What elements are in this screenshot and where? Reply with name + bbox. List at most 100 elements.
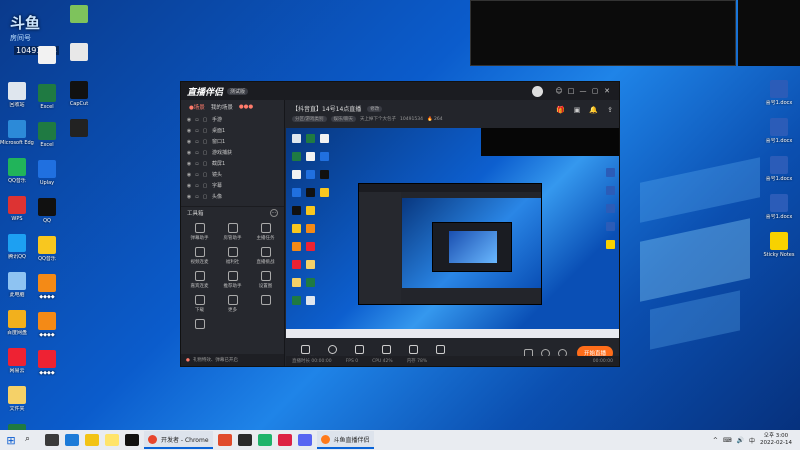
toolbox-more-icon[interactable]: ⋯ [270,208,278,217]
source-item[interactable]: ◉ ▫ ▢ 手游 [181,114,284,125]
volume-icon[interactable]: 🔊 [737,437,744,444]
app-icon[interactable] [257,434,272,446]
skin-icon[interactable]: ☺ [553,87,565,95]
tool-item[interactable] [249,292,282,316]
share-icon[interactable]: ⇪ [607,106,613,114]
lock-icon[interactable]: ▫ [193,139,201,145]
desktop-icon[interactable]: ◆◆◆◆ [30,312,64,338]
tool-item[interactable]: 推荐助手 [216,268,249,292]
desktop-icon[interactable]: QQ音乐 [0,158,34,184]
source-item[interactable]: ◉ ▫ ▢ 截屏1 [181,158,284,169]
desktop-icon[interactable]: 文件夹 [0,386,34,412]
source-item[interactable]: ◉ ▫ ▢ 头像 [181,191,284,202]
eye-icon[interactable]: ◉ [185,150,193,156]
eye-icon[interactable]: ◉ [185,172,193,178]
app-titlebar[interactable]: 直播伴侣 测试版 ☺ □ — ▢ ✕ [181,82,619,100]
desktop-icon[interactable]: 回收站 [0,82,34,108]
stream-preview[interactable] [286,128,619,338]
tool-item[interactable]: 主播任务 [249,220,282,244]
store-icon[interactable]: ▣ [574,106,581,114]
black-window[interactable] [470,0,736,66]
bell-icon[interactable]: 🔔 [589,106,598,114]
desktop-icon[interactable]: 此电脑 [0,272,34,298]
gift-icon[interactable]: 🎁 [556,106,565,114]
desktop-icon[interactable]: ◆◆◆◆ [30,350,64,376]
app-icon[interactable] [237,434,252,446]
eye-icon[interactable]: ◉ [185,194,193,200]
room-subcategory[interactable]: 娱乐/聊天 [330,116,357,122]
eye-icon[interactable]: ◉ [185,161,193,167]
eye-icon[interactable]: ◉ [185,128,193,134]
ime-icon[interactable]: 中 [749,436,755,445]
live-companion-window[interactable]: 直播伴侣 测试版 ☺ □ — ▢ ✕ ●场景 我的场景 ●●● ◉ ▫ ▢ 手游 ◉ ▫ ▢… [180,81,620,367]
room-category[interactable]: 分区/游戏类别 [292,116,327,122]
tool-item[interactable]: 视频连麦 [183,244,216,268]
tool-item[interactable]: 福利社 [216,244,249,268]
desktop-icon[interactable]: QQ [30,198,64,224]
desktop-icon[interactable]: 腾讯QQ [0,234,34,260]
lock-icon[interactable]: ▫ [193,183,201,189]
source-item[interactable]: ◉ ▫ ▢ 窗口1 [181,136,284,147]
desktop-icon[interactable]: Sticky Notes [760,232,798,258]
app-icon[interactable] [217,434,232,446]
source-item[interactable]: ◉ ▫ ▢ 游戏捕获 [181,147,284,158]
tray-overflow-icon[interactable]: ^ [713,437,718,444]
desktop-icon[interactable]: QQ音乐 [30,236,64,262]
desktop-icon[interactable]: CapCut [62,81,96,107]
desktop-icon[interactable]: ◆◆◆◆ [30,274,64,300]
user-avatar[interactable] [532,85,543,97]
lock-icon[interactable]: ▫ [193,194,201,200]
eye-icon[interactable]: ◉ [185,117,193,123]
edit-room-button[interactable]: 修改 [367,105,383,112]
taskbar-app-chrome[interactable]: 开发者 - Chrome [144,431,213,449]
desktop-icon[interactable] [30,46,64,66]
source-item[interactable]: ◉ ▫ ▢ 桌面1 [181,125,284,136]
kakaotalk-icon[interactable] [105,434,119,446]
lock-icon[interactable]: ▫ [193,128,201,134]
desktop-icon[interactable]: 喜号1.docx [760,118,798,144]
scene-tab-more[interactable]: ●●● [239,104,253,110]
desktop-icon[interactable] [62,119,96,139]
desktop-icon[interactable]: 喜号1.docx [760,156,798,182]
desktop-icon[interactable] [62,43,96,63]
clock[interactable]: 오후 3:00 2022-02-14 [760,433,792,447]
tool-item[interactable]: 更多 [216,292,249,316]
lock-icon[interactable]: ▫ [193,172,201,178]
settings-icon[interactable]: □ [565,87,577,95]
source-item[interactable]: ◉ ▫ ▢ 字幕 [181,180,284,191]
tool-item[interactable]: 设置图 [249,268,282,292]
search-icon[interactable]: ⌕ [25,434,39,446]
scene-tab-active[interactable]: ●场景 [189,103,205,111]
desktop-icon[interactable]: Excel [30,122,64,148]
start-button[interactable]: ⊞ [0,430,22,450]
tool-item[interactable]: 嘉宾连麦 [183,268,216,292]
tool-item[interactable]: 房管助手 [216,220,249,244]
maximize-button[interactable]: ▢ [589,87,601,95]
eye-icon[interactable]: ◉ [185,183,193,189]
room-title[interactable]: 【抖音直】14号14点直播 [292,104,361,113]
discord-icon[interactable] [297,434,312,446]
minimize-button[interactable]: — [577,87,589,95]
desktop-icon[interactable]: 网易云 [0,348,34,374]
tool-item[interactable] [183,316,216,340]
close-button[interactable]: ✕ [601,87,613,95]
lock-icon[interactable]: ▫ [193,117,201,123]
edge-icon[interactable] [65,434,79,446]
tool-item[interactable]: 直播挑战 [249,244,282,268]
app-icon[interactable] [277,434,292,446]
source-item[interactable]: ◉ ▫ ▢ 镜头 [181,169,284,180]
app-icon[interactable] [125,434,139,446]
desktop-icon[interactable] [62,5,96,25]
desktop-icon[interactable]: Uplay [30,160,64,186]
desktop-icon[interactable]: 百度网盘 [0,310,34,336]
lock-icon[interactable]: ▫ [193,161,201,167]
explorer-icon[interactable] [85,434,99,446]
keyboard-icon[interactable]: ⌨ [723,437,732,444]
lock-icon[interactable]: ▫ [193,150,201,156]
eye-icon[interactable]: ◉ [185,139,193,145]
scene-tab-mine[interactable]: 我的场景 [211,103,233,111]
desktop-icon[interactable]: Microsoft Edge [0,120,34,146]
taskbar-app-live[interactable]: 斗鱼直播伴侣 [316,431,374,449]
tool-item[interactable]: 下载 [183,292,216,316]
desktop-icon[interactable]: 喜号1.docx [760,80,798,106]
